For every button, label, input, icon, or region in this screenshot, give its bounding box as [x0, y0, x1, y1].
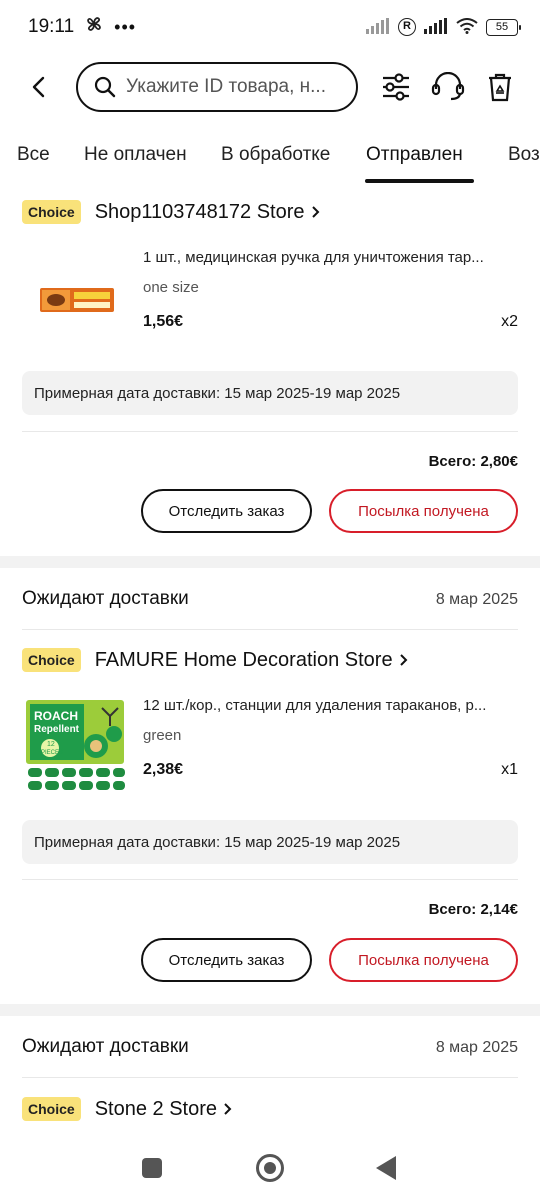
- product-title[interactable]: 1 шт., медицинская ручка для уничтожения…: [143, 249, 518, 266]
- fan-icon: [84, 14, 104, 40]
- order-status-tabs: Все Не оплачен В обработке Отправлен Воз: [0, 130, 540, 186]
- roach-line2: Repellent: [34, 724, 80, 735]
- search-input[interactable]: Укажите ID товара, н...: [76, 62, 358, 112]
- store-name[interactable]: Stone 2 Store: [95, 1098, 232, 1121]
- tab-processing[interactable]: В обработке: [221, 144, 330, 166]
- section-separator: [0, 556, 540, 568]
- order-card: Choice Shop1103748172 Store 1 шт., медиц…: [0, 190, 540, 556]
- filter-button[interactable]: [376, 67, 416, 107]
- choice-badge: Choice: [22, 1097, 81, 1121]
- support-button[interactable]: [428, 67, 468, 107]
- roach-line1: ROACH: [34, 709, 78, 723]
- headset-icon: [431, 72, 465, 101]
- store-row[interactable]: Choice Shop1103748172 Store: [22, 200, 320, 224]
- product-image[interactable]: [22, 246, 128, 352]
- recycle-bin-button[interactable]: [480, 67, 520, 107]
- header: Укажите ID товара, н...: [0, 58, 540, 116]
- order-card: Ожидают доставки 8 мар 2025 Choice Stone…: [0, 1016, 540, 1140]
- delivery-estimate: Примерная дата доставки: 15 мар 2025-19 …: [22, 371, 518, 415]
- store-name[interactable]: Shop1103748172 Store: [95, 201, 320, 224]
- track-order-button[interactable]: Отследить заказ: [141, 489, 312, 533]
- more-dots-icon: •••: [114, 16, 137, 37]
- group-date: 8 мар 2025: [435, 591, 518, 608]
- filter-sliders-icon: [383, 73, 409, 101]
- roach-line3: 12: [47, 741, 55, 748]
- order-card: Ожидают доставки 8 мар 2025 Choice FAMUR…: [0, 568, 540, 1004]
- back-arrow-icon: [32, 76, 45, 98]
- package-received-button[interactable]: Посылка получена: [329, 938, 518, 982]
- product-quantity: x1: [501, 761, 518, 778]
- section-separator: [0, 1004, 540, 1016]
- store-name-text: Stone 2 Store: [94, 1097, 217, 1120]
- tab-unpaid[interactable]: Не оплачен: [84, 144, 187, 166]
- system-nav-bar: [0, 1140, 540, 1200]
- roach-line4: PIECES: [41, 750, 63, 756]
- tab-returns[interactable]: Воз: [508, 144, 540, 166]
- tab-shipped[interactable]: Отправлен: [366, 144, 463, 166]
- search-placeholder: Укажите ID товара, н...: [126, 76, 326, 97]
- store-row[interactable]: Choice Stone 2 Store: [22, 1097, 232, 1121]
- divider: [22, 629, 518, 630]
- product-image[interactable]: ROACH Repellent 12 PIECES: [22, 696, 128, 802]
- divider: [22, 879, 518, 880]
- product-quantity: x2: [501, 313, 518, 330]
- home-button[interactable]: [256, 1154, 284, 1182]
- status-time: 19:11: [28, 16, 75, 37]
- signal-icon: [366, 17, 390, 37]
- order-total: Всего: 2,14€: [428, 901, 518, 918]
- wifi-icon: [456, 17, 478, 37]
- search-icon: [94, 76, 116, 98]
- store-name-text: FAMURE Home Decoration Store: [94, 648, 393, 671]
- chevron-right-icon: [224, 1103, 232, 1115]
- recent-apps-button[interactable]: [142, 1158, 162, 1178]
- recycle-bin-icon: [489, 73, 511, 102]
- package-received-button[interactable]: Посылка получена: [329, 489, 518, 533]
- tab-all[interactable]: Все: [17, 144, 50, 166]
- delivery-estimate: Примерная дата доставки: 15 мар 2025-19 …: [22, 820, 518, 864]
- group-title: Ожидают доставки: [22, 588, 189, 609]
- divider: [22, 431, 518, 432]
- order-total: Всего: 2,80€: [428, 453, 518, 470]
- store-name-text: Shop1103748172 Store: [94, 200, 305, 223]
- signal-icon-2: [424, 17, 448, 37]
- product-variant: one size: [143, 279, 199, 296]
- chevron-right-icon: [311, 206, 319, 218]
- divider: [22, 1077, 518, 1078]
- back-button[interactable]: [18, 67, 58, 107]
- group-title: Ожидают доставки: [22, 1036, 189, 1057]
- group-date: 8 мар 2025: [435, 1039, 518, 1056]
- battery-icon: 55: [486, 18, 521, 36]
- product-price: 1,56€: [143, 313, 184, 330]
- choice-badge: Choice: [22, 648, 81, 672]
- choice-badge: Choice: [22, 200, 81, 224]
- active-tab-indicator: [365, 179, 474, 183]
- product-price: 2,38€: [143, 761, 184, 778]
- system-back-button[interactable]: [376, 1156, 396, 1180]
- chevron-right-icon: [399, 654, 407, 666]
- store-name[interactable]: FAMURE Home Decoration Store: [95, 649, 408, 672]
- track-order-button[interactable]: Отследить заказ: [141, 938, 312, 982]
- product-title[interactable]: 12 шт./кор., станции для удаления тарака…: [143, 697, 518, 714]
- store-row[interactable]: Choice FAMURE Home Decoration Store: [22, 648, 408, 672]
- product-variant: green: [143, 727, 182, 744]
- r-badge-icon: R: [398, 18, 416, 36]
- status-bar: 19:11 ••• R 55: [0, 0, 540, 54]
